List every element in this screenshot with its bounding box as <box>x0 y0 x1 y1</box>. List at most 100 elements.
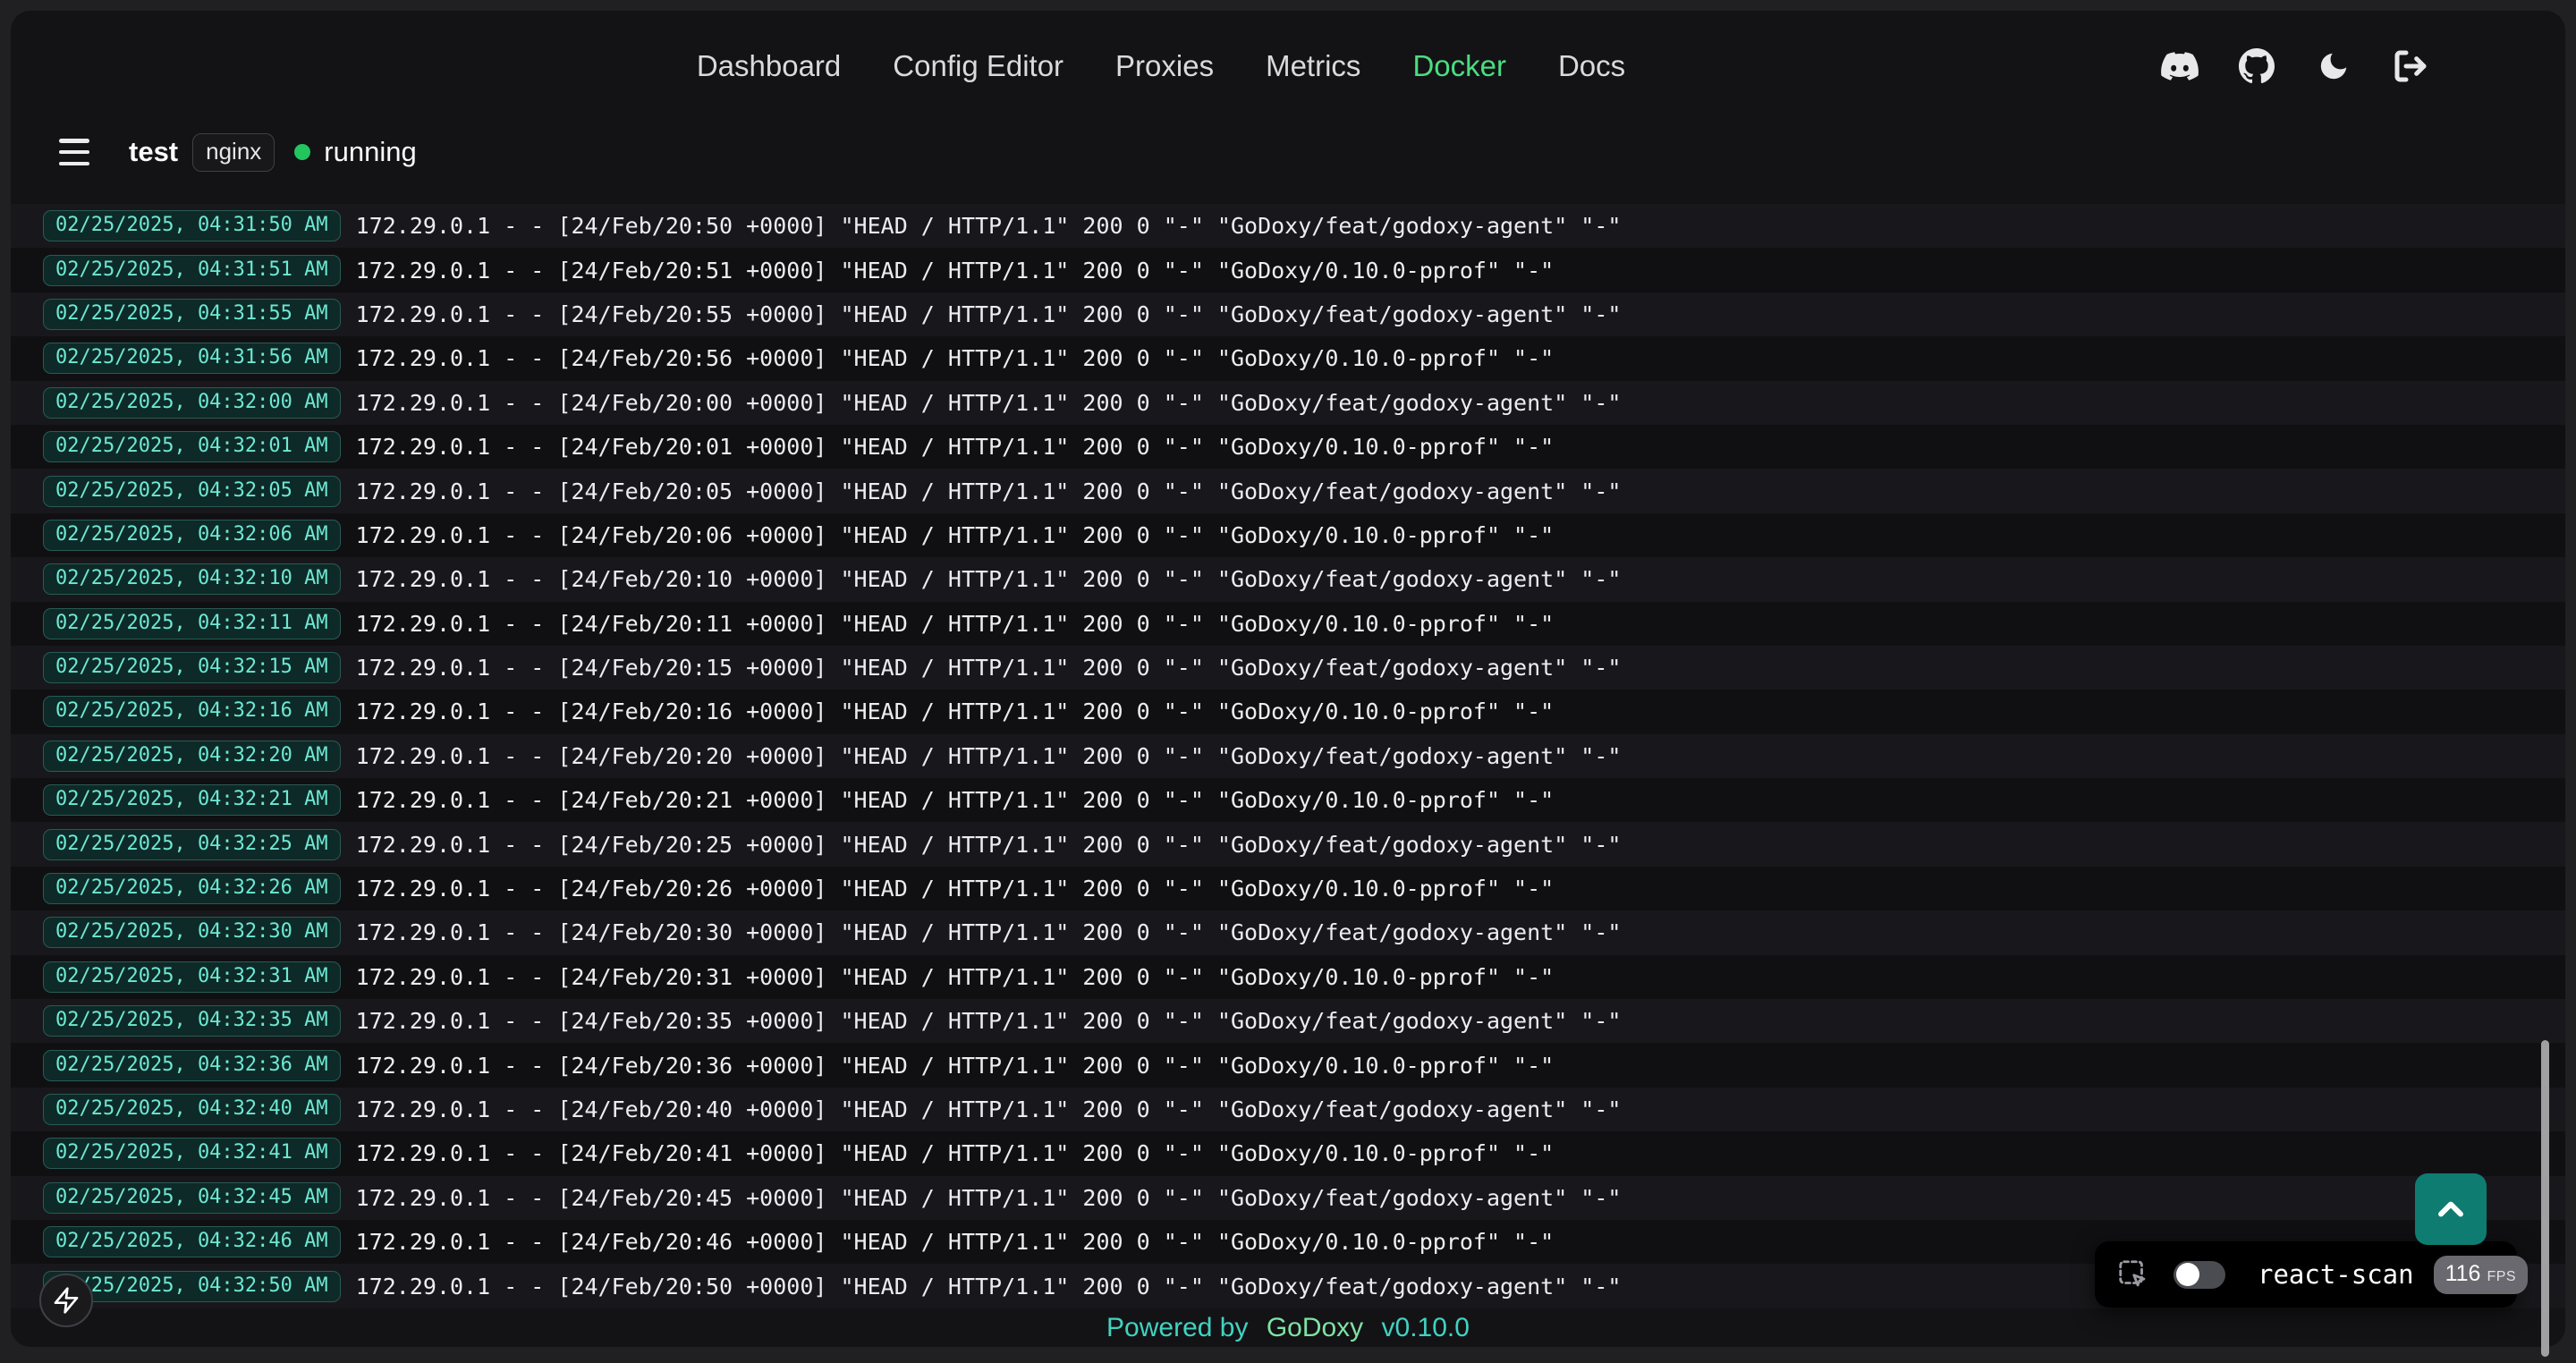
log-row: 02/25/2025, 04:31:56 AM 172.29.0.1 - - [… <box>11 336 2565 380</box>
log-message: 172.29.0.1 - - [24/Feb/20:00 +0000] "HEA… <box>356 390 1622 416</box>
log-message: 172.29.0.1 - - [24/Feb/20:55 +0000] "HEA… <box>356 301 1622 327</box>
log-message: 172.29.0.1 - - [24/Feb/20:40 +0000] "HEA… <box>356 1096 1622 1122</box>
log-message: 172.29.0.1 - - [24/Feb/20:25 +0000] "HEA… <box>356 832 1622 858</box>
log-timestamp-badge: 02/25/2025, 04:32:41 AM <box>43 1138 341 1169</box>
log-timestamp-badge: 02/25/2025, 04:32:05 AM <box>43 476 341 507</box>
react-scan-toggle[interactable] <box>2174 1261 2225 1289</box>
log-row: 02/25/2025, 04:32:40 AM 172.29.0.1 - - [… <box>11 1088 2565 1131</box>
log-message: 172.29.0.1 - - [24/Feb/20:16 +0000] "HEA… <box>356 698 1555 724</box>
log-row: 02/25/2025, 04:32:25 AM 172.29.0.1 - - [… <box>11 822 2565 866</box>
log-message: 172.29.0.1 - - [24/Feb/20:01 +0000] "HEA… <box>356 434 1555 460</box>
log-message: 172.29.0.1 - - [24/Feb/20:20 +0000] "HEA… <box>356 743 1622 769</box>
log-message: 172.29.0.1 - - [24/Feb/20:21 +0000] "HEA… <box>356 787 1555 813</box>
godoxy-brand-link[interactable]: GoDoxy <box>1267 1313 1363 1342</box>
log-row: 02/25/2025, 04:32:16 AM 172.29.0.1 - - [… <box>11 690 2565 733</box>
moon-icon[interactable] <box>2315 47 2352 85</box>
log-timestamp-badge: 02/25/2025, 04:31:51 AM <box>43 255 341 286</box>
log-message: 172.29.0.1 - - [24/Feb/20:50 +0000] "HEA… <box>356 1274 1622 1300</box>
nav-item[interactable]: Config Editor <box>893 49 1063 83</box>
log-message: 172.29.0.1 - - [24/Feb/20:56 +0000] "HEA… <box>356 345 1555 371</box>
log-message: 172.29.0.1 - - [24/Feb/20:31 +0000] "HEA… <box>356 964 1555 990</box>
log-timestamp-badge: 02/25/2025, 04:32:30 AM <box>43 917 341 948</box>
log-message: 172.29.0.1 - - [24/Feb/20:36 +0000] "HEA… <box>356 1053 1555 1079</box>
log-row: 02/25/2025, 04:31:55 AM 172.29.0.1 - - [… <box>11 292 2565 336</box>
github-icon[interactable] <box>2238 47 2275 85</box>
log-row: 02/25/2025, 04:32:05 AM 172.29.0.1 - - [… <box>11 469 2565 512</box>
log-message: 172.29.0.1 - - [24/Feb/20:11 +0000] "HEA… <box>356 611 1555 637</box>
log-timestamp-badge: 02/25/2025, 04:32:26 AM <box>43 873 341 904</box>
top-nav: Dashboard Config Editor Proxies Metrics Dock… <box>11 11 2565 122</box>
log-message: 172.29.0.1 - - [24/Feb/20:30 +0000] "HEA… <box>356 919 1622 945</box>
log-row: 02/25/2025, 04:32:20 AM 172.29.0.1 - - [… <box>11 734 2565 778</box>
nav-item[interactable]: Metrics <box>1266 49 1360 83</box>
log-row: 02/25/2025, 04:32:00 AM 172.29.0.1 - - [… <box>11 381 2565 425</box>
log-message: 172.29.0.1 - - [24/Feb/20:50 +0000] "HEA… <box>356 213 1622 239</box>
nav-items: Dashboard Config Editor Proxies Metrics Dock… <box>697 49 1625 83</box>
log-timestamp-badge: 02/25/2025, 04:32:36 AM <box>43 1050 341 1081</box>
log-row: 02/25/2025, 04:32:21 AM 172.29.0.1 - - [… <box>11 778 2565 822</box>
image-badge: nginx <box>192 133 275 172</box>
log-row: 02/25/2025, 04:32:36 AM 172.29.0.1 - - [… <box>11 1043 2565 1087</box>
log-row: 02/25/2025, 04:32:31 AM 172.29.0.1 - - [… <box>11 955 2565 999</box>
log-timestamp-badge: 02/25/2025, 04:32:40 AM <box>43 1094 341 1125</box>
log-timestamp-badge: 02/25/2025, 04:32:31 AM <box>43 961 341 993</box>
logout-icon[interactable] <box>2392 47 2429 85</box>
scroll-to-top-button[interactable] <box>2415 1173 2487 1245</box>
container-header: test nginx running <box>59 123 417 181</box>
menu-icon[interactable] <box>59 139 89 165</box>
react-scan-toolbar: react-scan 116 FPS <box>2095 1241 2517 1308</box>
log-message: 172.29.0.1 - - [24/Feb/20:05 +0000] "HEA… <box>356 478 1622 504</box>
log-timestamp-badge: 02/25/2025, 04:31:56 AM <box>43 343 341 374</box>
status-dot-icon <box>294 144 310 160</box>
nav-item[interactable]: Docs <box>1558 49 1625 83</box>
container-name: test <box>129 136 178 168</box>
log-message: 172.29.0.1 - - [24/Feb/20:45 +0000] "HEA… <box>356 1185 1622 1211</box>
log-row: 02/25/2025, 04:32:45 AM 172.29.0.1 - - [… <box>11 1176 2565 1220</box>
log-timestamp-badge: 02/25/2025, 04:32:35 AM <box>43 1005 341 1037</box>
log-message: 172.29.0.1 - - [24/Feb/20:10 +0000] "HEA… <box>356 566 1622 592</box>
log-row: 02/25/2025, 04:32:15 AM 172.29.0.1 - - [… <box>11 646 2565 690</box>
log-timestamp-badge: 02/25/2025, 04:31:55 AM <box>43 299 341 330</box>
scrollbar-thumb[interactable] <box>2541 1040 2549 1357</box>
log-timestamp-badge: 02/25/2025, 04:32:00 AM <box>43 387 341 419</box>
fps-value: 116 <box>2445 1261 2481 1287</box>
log-timestamp-badge: 02/25/2025, 04:32:45 AM <box>43 1182 341 1214</box>
lightning-button[interactable] <box>39 1274 93 1327</box>
version-text: v0.10.0 <box>1382 1313 1470 1342</box>
inspect-element-icon[interactable] <box>2116 1257 2150 1291</box>
log-row: 02/25/2025, 04:32:01 AM 172.29.0.1 - - [… <box>11 425 2565 469</box>
log-list: 02/25/2025, 04:31:50 AM 172.29.0.1 - - [… <box>11 204 2565 1308</box>
toggle-knob <box>2176 1263 2199 1286</box>
log-timestamp-badge: 02/25/2025, 04:32:10 AM <box>43 563 341 595</box>
log-row: 02/25/2025, 04:32:06 AM 172.29.0.1 - - [… <box>11 513 2565 557</box>
log-message: 172.29.0.1 - - [24/Feb/20:26 +0000] "HEA… <box>356 876 1555 902</box>
log-message: 172.29.0.1 - - [24/Feb/20:41 +0000] "HEA… <box>356 1140 1555 1166</box>
log-row: 02/25/2025, 04:31:50 AM 172.29.0.1 - - [… <box>11 204 2565 248</box>
powered-by-text: Powered by <box>1106 1313 1248 1342</box>
fps-unit: FPS <box>2487 1269 2516 1285</box>
log-timestamp-badge: 02/25/2025, 04:32:11 AM <box>43 608 341 639</box>
log-row: 02/25/2025, 04:31:51 AM 172.29.0.1 - - [… <box>11 248 2565 292</box>
log-row: 02/25/2025, 04:32:26 AM 172.29.0.1 - - [… <box>11 867 2565 910</box>
nav-item[interactable]: Proxies <box>1115 49 1214 83</box>
log-row: 02/25/2025, 04:32:30 AM 172.29.0.1 - - [… <box>11 910 2565 954</box>
log-timestamp-badge: 02/25/2025, 04:32:16 AM <box>43 696 341 727</box>
nav-item[interactable]: Dashboard <box>697 49 841 83</box>
log-row: 02/25/2025, 04:32:41 AM 172.29.0.1 - - [… <box>11 1131 2565 1175</box>
log-message: 172.29.0.1 - - [24/Feb/20:46 +0000] "HEA… <box>356 1229 1555 1255</box>
log-message: 172.29.0.1 - - [24/Feb/20:06 +0000] "HEA… <box>356 522 1555 548</box>
log-timestamp-badge: 02/25/2025, 04:32:20 AM <box>43 741 341 772</box>
fps-badge: 116 FPS <box>2434 1256 2528 1294</box>
log-message: 172.29.0.1 - - [24/Feb/20:51 +0000] "HEA… <box>356 258 1555 284</box>
app-panel: Dashboard Config Editor Proxies Metrics Dock… <box>11 11 2565 1347</box>
nav-item[interactable]: Docker <box>1412 49 1506 83</box>
log-row: 02/25/2025, 04:32:35 AM 172.29.0.1 - - [… <box>11 999 2565 1043</box>
chevron-up-icon <box>2431 1189 2470 1229</box>
log-row: 02/25/2025, 04:32:10 AM 172.29.0.1 - - [… <box>11 557 2565 601</box>
log-row: 02/25/2025, 04:32:11 AM 172.29.0.1 - - [… <box>11 602 2565 646</box>
log-timestamp-badge: 02/25/2025, 04:32:46 AM <box>43 1226 341 1257</box>
discord-icon[interactable] <box>2161 47 2199 85</box>
footer: Powered by GoDoxy v0.10.0 <box>11 1313 2565 1343</box>
lightning-icon <box>52 1286 80 1315</box>
log-timestamp-badge: 02/25/2025, 04:31:50 AM <box>43 210 341 241</box>
